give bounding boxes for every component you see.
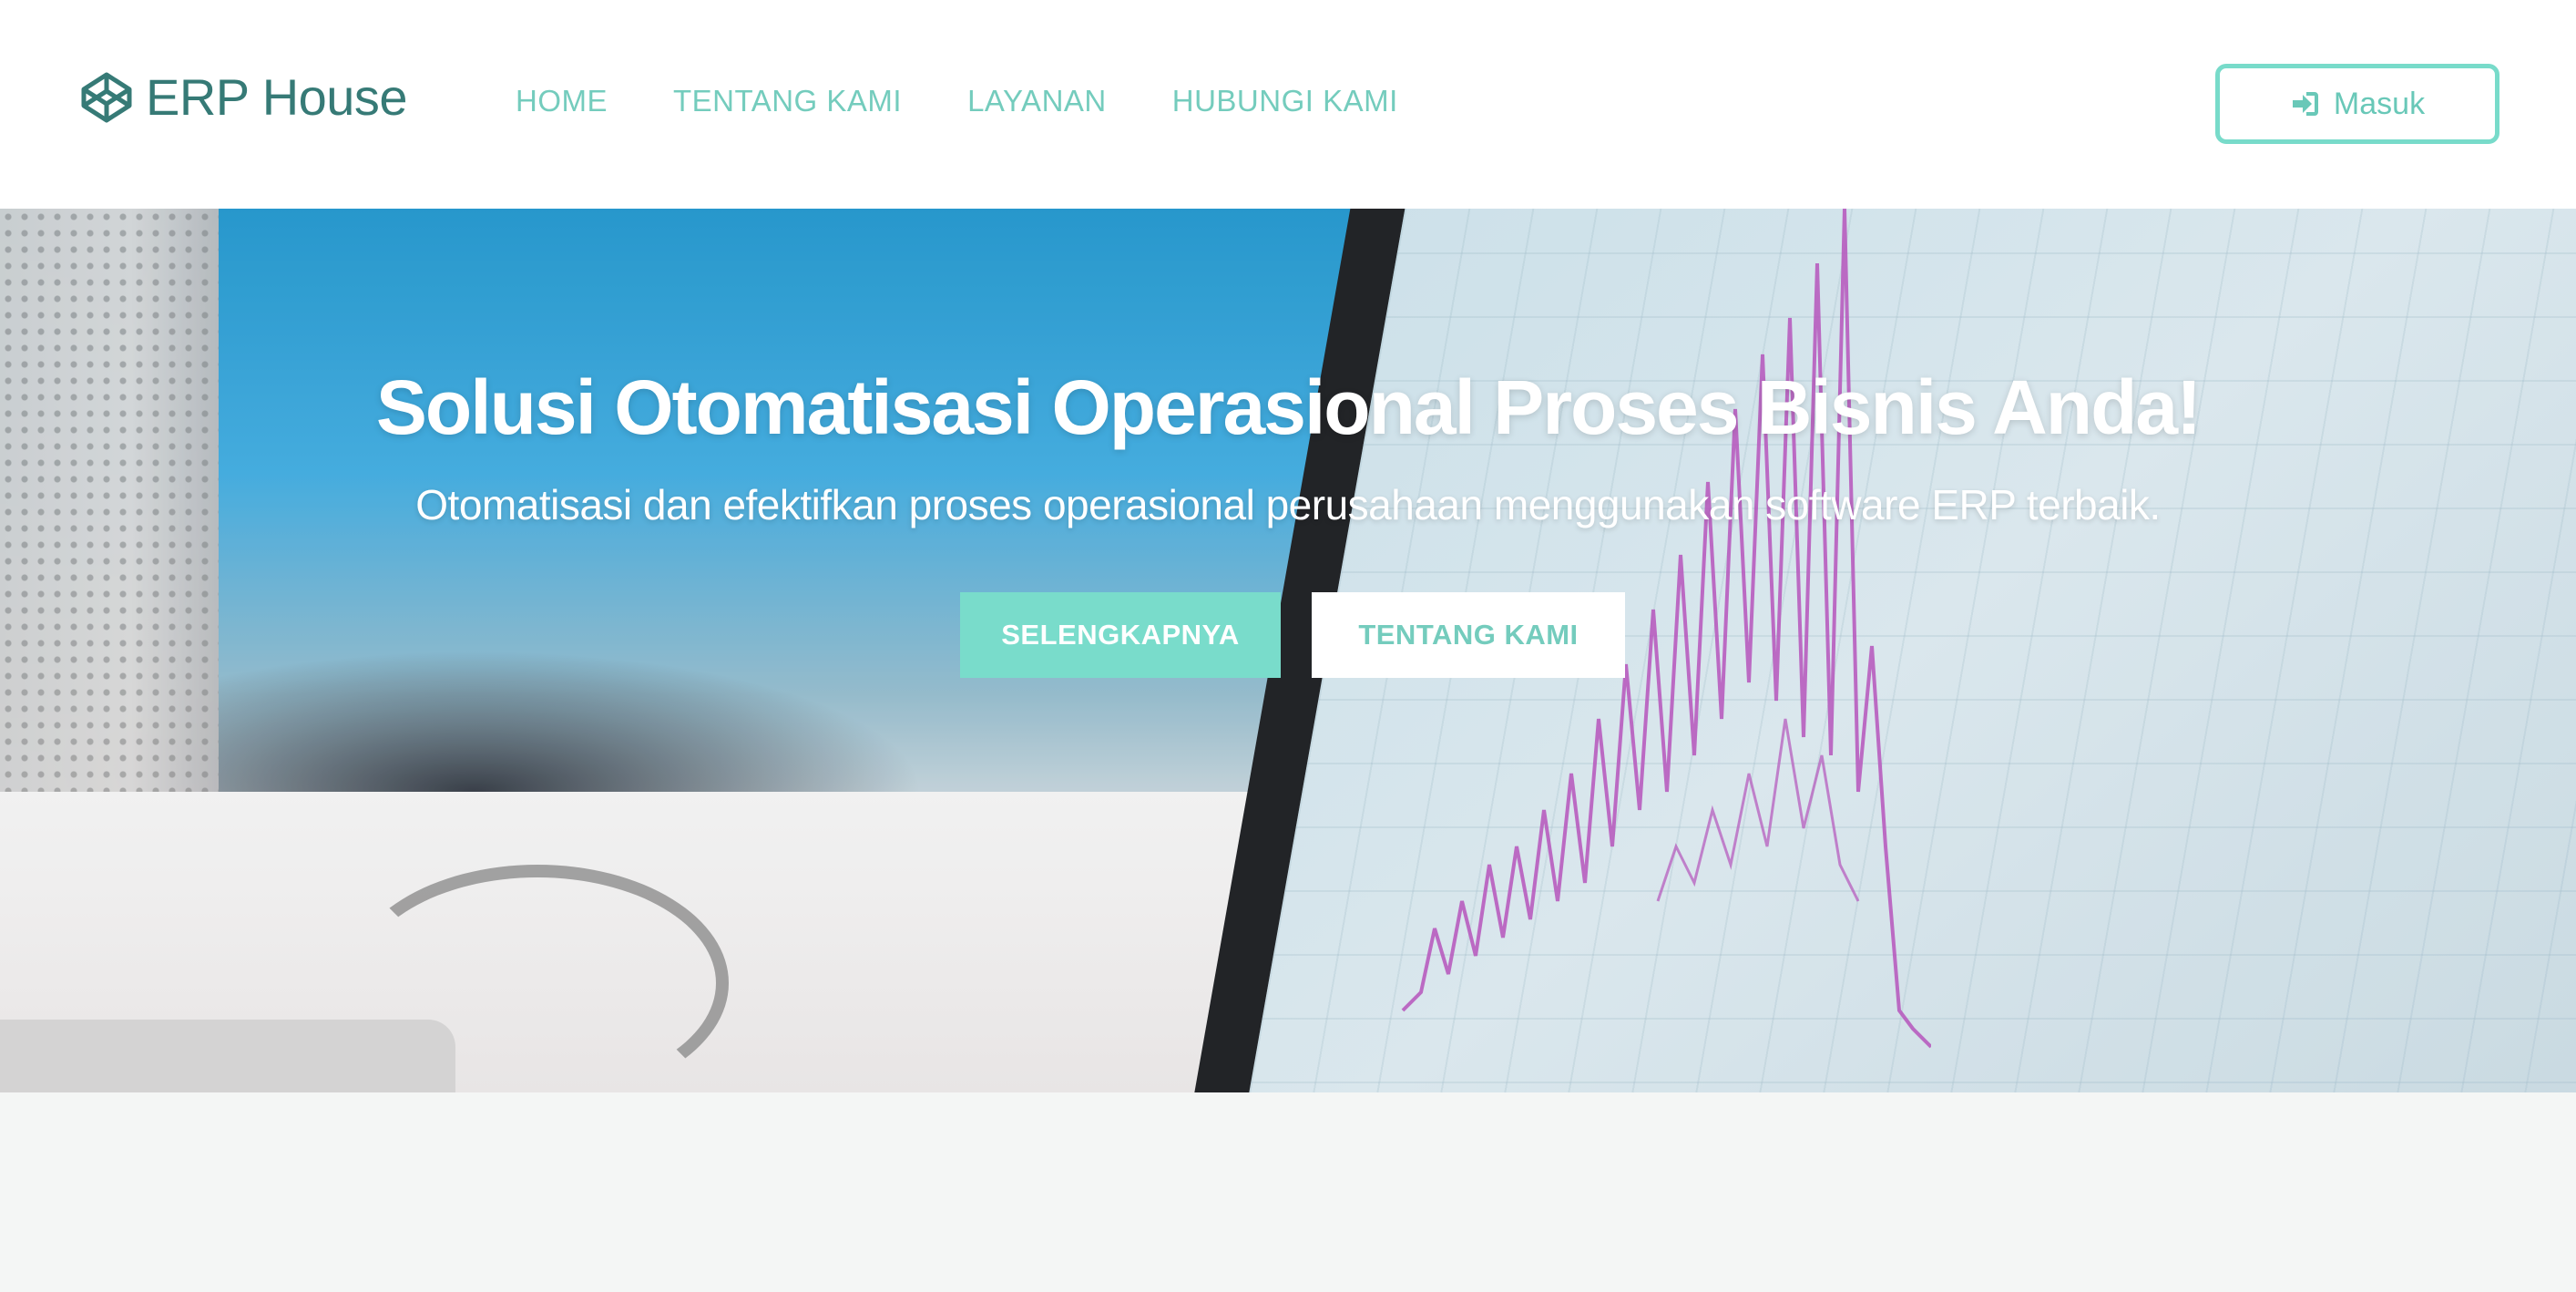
nav-item-home: HOME [516,84,608,118]
hero-subtitle: Otomatisasi dan efektifkan proses operas… [415,481,2161,528]
brand-name: ERP House [146,68,408,126]
login-label: Masuk [2333,86,2426,121]
content-section [0,1092,2576,1292]
tentang-kami-button[interactable]: TENTANG KAMI [1312,592,1625,678]
nav-link-home[interactable]: HOME [516,84,608,118]
brand-logo-link[interactable]: ERP House [80,67,408,127]
sign-in-icon [2290,88,2321,119]
nav-link-layanan[interactable]: LAYANAN [967,84,1107,118]
login-button[interactable]: Masuk [2215,64,2499,144]
selengkapnya-button[interactable]: SELENGKAPNYA [960,592,1281,678]
nav-item-layanan: LAYANAN [967,84,1107,118]
main-nav: HOME TENTANG KAMI LAYANAN HUBUNGI KAMI [516,84,1398,118]
navbar: ERP House HOME TENTANG KAMI LAYANAN HUBU… [0,0,2576,209]
nav-item-tentang-kami: TENTANG KAMI [673,84,902,118]
hero-section: Solusi Otomatisasi Operasional Proses Bi… [0,209,2576,1092]
codepen-cube-icon [80,71,133,124]
nav-item-hubungi-kami: HUBUNGI KAMI [1172,84,1398,118]
nav-link-hubungi-kami[interactable]: HUBUNGI KAMI [1172,84,1398,118]
hero-actions: SELENGKAPNYA TENTANG KAMI [960,592,1625,678]
nav-link-tentang-kami[interactable]: TENTANG KAMI [673,84,902,118]
hero-title: Solusi Otomatisasi Operasional Proses Bi… [375,364,2202,450]
